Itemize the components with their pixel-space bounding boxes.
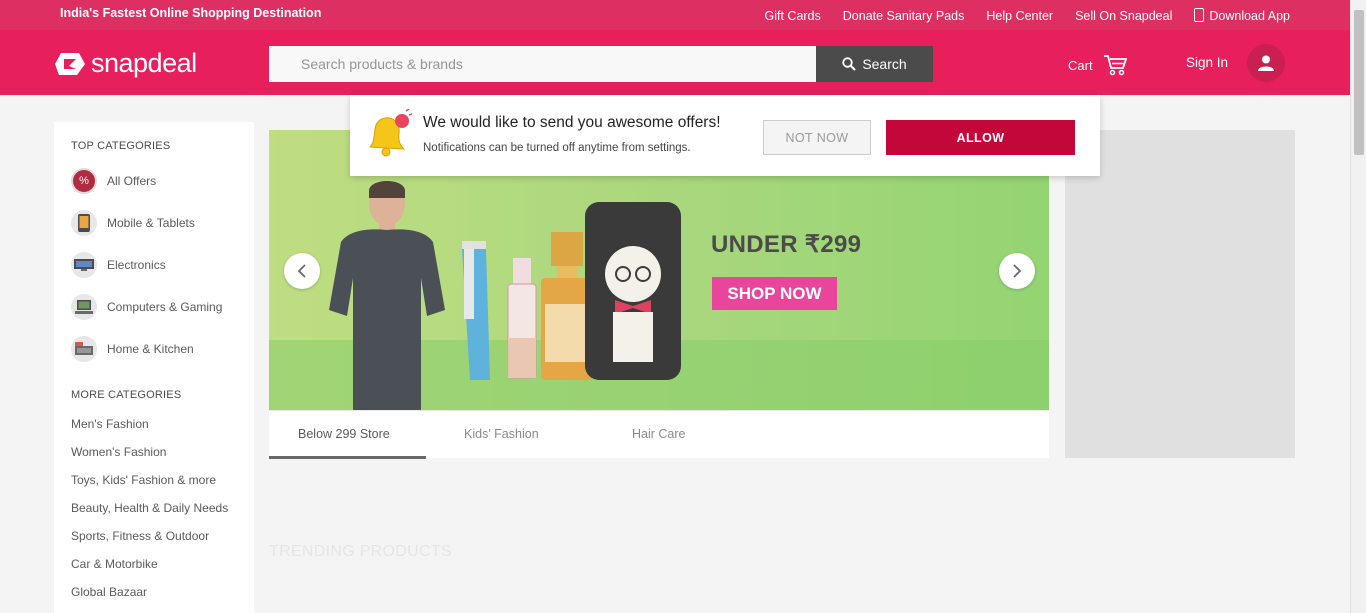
- cart-label: Cart: [1068, 57, 1093, 73]
- chevron-left-icon: [297, 264, 306, 278]
- banner-headline: UNDER ₹299: [711, 231, 862, 258]
- category-sidebar: TOP CATEGORIES % All Offers Mobile & Tab…: [54, 122, 254, 613]
- notification-subtitle: Notifications can be turned off anytime …: [423, 142, 691, 154]
- notification-title: We would like to send you awesome offers…: [423, 114, 721, 131]
- logo-text: snapdeal: [91, 48, 197, 78]
- category-beauty-health[interactable]: Beauty, Health & Daily Needs: [71, 501, 228, 515]
- top-categories-heading: TOP CATEGORIES: [71, 140, 171, 152]
- carousel-prev-button[interactable]: [284, 253, 320, 289]
- sign-in-link[interactable]: Sign In: [1186, 55, 1228, 70]
- category-mens-fashion[interactable]: Men's Fashion: [71, 417, 149, 431]
- allow-button[interactable]: ALLOW: [886, 120, 1075, 155]
- category-label: Home & Kitchen: [107, 342, 194, 356]
- search-input[interactable]: [269, 46, 817, 82]
- model-tshirt-image: [329, 181, 445, 410]
- sell-on-snapdeal-link[interactable]: Sell On Snapdeal: [1075, 9, 1172, 23]
- category-car-motorbike[interactable]: Car & Motorbike: [71, 557, 158, 571]
- search-button[interactable]: Search: [816, 46, 933, 82]
- foundation-bottle-image: [507, 258, 537, 379]
- category-womens-fashion[interactable]: Women's Fashion: [71, 445, 166, 459]
- tab-below-299-store[interactable]: Below 299 Store: [298, 427, 390, 441]
- more-categories-heading: MORE CATEGORIES: [71, 389, 182, 401]
- top-links: Gift Cards Donate Sanitary Pads Help Cen…: [765, 8, 1290, 23]
- category-label: All Offers: [107, 174, 157, 188]
- help-center-link[interactable]: Help Center: [986, 9, 1053, 23]
- top-strip: India's Fastest Online Shopping Destinat…: [0, 0, 1350, 30]
- cart-icon: [1103, 55, 1127, 76]
- category-all-offers[interactable]: % All Offers: [71, 168, 156, 194]
- category-label: Electronics: [107, 258, 166, 272]
- search-button-label: Search: [862, 56, 907, 72]
- page-scrollbar[interactable]: [1350, 0, 1366, 613]
- snapdeal-logo[interactable]: snapdeal: [55, 48, 197, 79]
- category-toys-kids-fashion[interactable]: Toys, Kids' Fashion & more: [71, 473, 216, 487]
- percent-icon: %: [71, 168, 97, 194]
- trimmer-image: [462, 241, 490, 380]
- main-header: snapdeal Search Cart Sign In: [0, 30, 1350, 95]
- active-tab-indicator: [269, 456, 426, 459]
- category-mobile-tablets[interactable]: Mobile & Tablets: [71, 210, 195, 236]
- side-ad-placeholder: [1065, 130, 1295, 458]
- gift-cards-link[interactable]: Gift Cards: [765, 9, 821, 23]
- cart-button[interactable]: Cart: [1068, 54, 1127, 76]
- phone-cover-image: [585, 202, 681, 380]
- tab-hair-care[interactable]: Hair Care: [632, 427, 686, 441]
- category-home-kitchen[interactable]: Home & Kitchen: [71, 336, 194, 362]
- notification-permission-popup: We would like to send you awesome offers…: [350, 95, 1100, 176]
- tab-kids-fashion[interactable]: Kids' Fashion: [464, 427, 539, 441]
- donate-sanitary-pads-link[interactable]: Donate Sanitary Pads: [843, 9, 965, 23]
- mobile-icon: [71, 210, 97, 236]
- category-electronics[interactable]: Electronics: [71, 252, 166, 278]
- banner-tabs: Below 299 Store Kids' Fashion Hair Care: [269, 410, 1049, 459]
- not-now-button[interactable]: NOT NOW: [763, 120, 871, 155]
- category-global-bazaar[interactable]: Global Bazaar: [71, 585, 147, 599]
- category-label: Mobile & Tablets: [107, 216, 195, 230]
- computer-icon: [71, 294, 97, 320]
- shop-now-button[interactable]: SHOP NOW: [712, 277, 837, 310]
- trending-products-heading: TRENDING PRODUCTS: [269, 543, 452, 560]
- bell-icon: [368, 109, 412, 157]
- user-avatar[interactable]: [1247, 44, 1285, 82]
- tagline: India's Fastest Online Shopping Destinat…: [60, 6, 322, 20]
- electronics-icon: [71, 252, 97, 278]
- logo-mark-icon: [55, 49, 85, 79]
- download-app-label: Download App: [1209, 9, 1290, 23]
- category-sports-fitness[interactable]: Sports, Fitness & Outdoor: [71, 529, 209, 543]
- scrollbar-thumb[interactable]: [1354, 10, 1364, 155]
- download-app-link[interactable]: Download App: [1194, 8, 1290, 23]
- category-label: Computers & Gaming: [107, 300, 223, 314]
- category-computers-gaming[interactable]: Computers & Gaming: [71, 294, 222, 320]
- phone-icon: [1194, 8, 1205, 22]
- search-icon: [842, 57, 857, 71]
- user-icon: [1258, 55, 1274, 71]
- carousel-next-button[interactable]: [999, 253, 1035, 289]
- home-icon: [71, 336, 97, 362]
- chevron-right-icon: [1013, 264, 1022, 278]
